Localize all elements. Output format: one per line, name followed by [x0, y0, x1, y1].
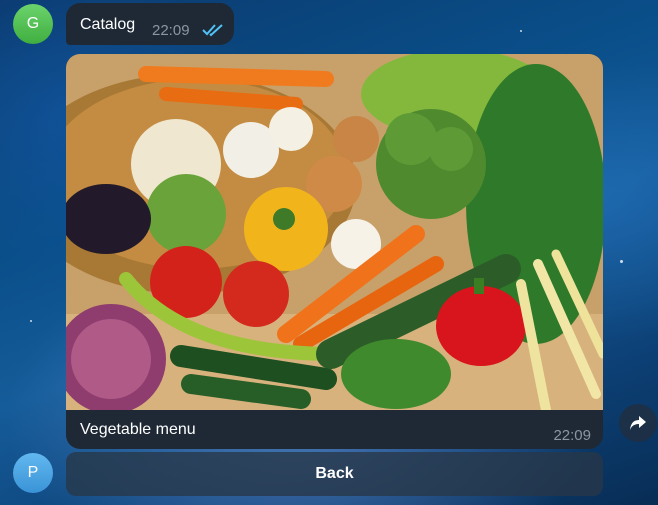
share-arrow-icon — [630, 416, 646, 430]
avatar-initial: G — [26, 15, 40, 32]
share-button[interactable] — [619, 404, 657, 442]
message-text: Catalog — [80, 16, 136, 33]
message-time: 22:09 — [553, 427, 591, 444]
photo-message[interactable]: Vegetable menu 22:09 — [66, 54, 603, 449]
avatar[interactable]: P — [13, 453, 53, 493]
double-check-icon — [202, 24, 223, 37]
back-button-label: Back — [315, 465, 354, 482]
message-time: 22:09 — [152, 22, 190, 39]
vegetables-photo[interactable] — [66, 54, 603, 410]
background-star — [620, 260, 623, 263]
background-star — [30, 320, 32, 322]
avatar[interactable]: G — [13, 4, 53, 44]
back-button[interactable]: Back — [66, 452, 603, 496]
background-star — [520, 30, 522, 32]
message-bubble[interactable]: Catalog 22:09 — [66, 3, 234, 45]
photo-caption: Vegetable menu — [80, 421, 196, 438]
avatar-initial: P — [27, 464, 39, 481]
